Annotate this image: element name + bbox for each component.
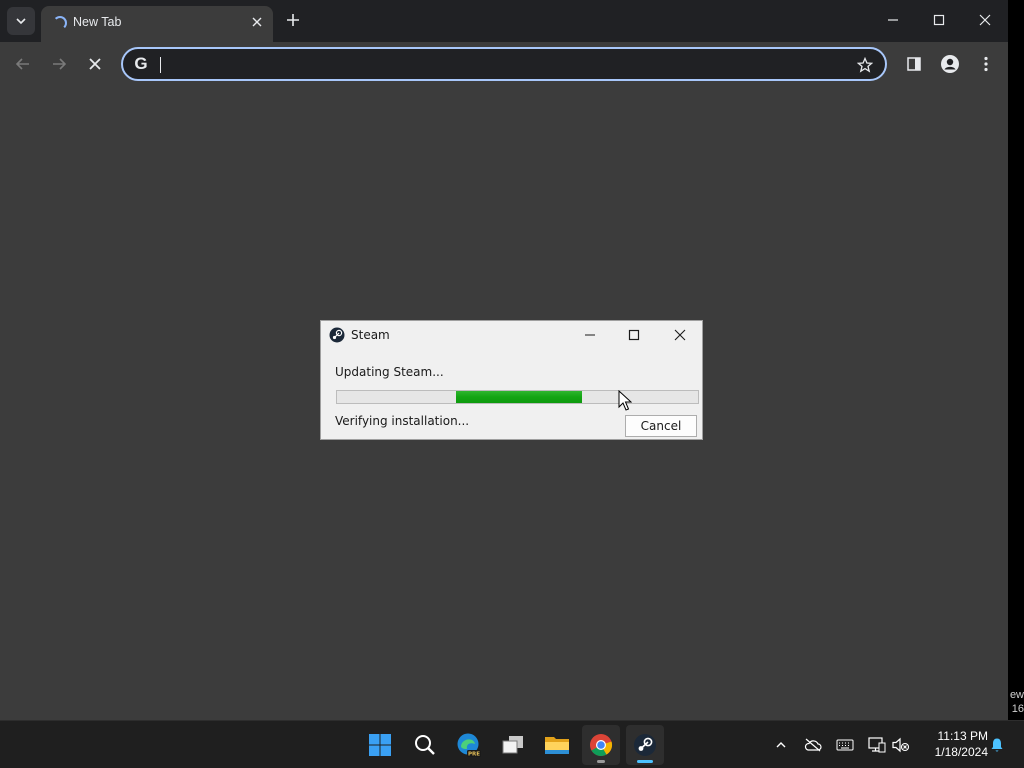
close-icon (252, 17, 262, 27)
tab-search-button[interactable] (7, 7, 35, 35)
edge-badge-text: PRE (468, 752, 480, 758)
update-progress-bar (336, 390, 699, 404)
network-tray-button[interactable] (867, 735, 887, 755)
clock-date: 1/18/2024 (934, 745, 988, 759)
start-button[interactable] (361, 725, 399, 765)
clipped-desktop-label: ew 16 (1008, 688, 1024, 716)
loading-spinner-icon (53, 16, 67, 30)
menu-button[interactable] (974, 52, 998, 76)
stop-loading-button[interactable] (83, 52, 107, 76)
forward-button[interactable] (47, 52, 71, 76)
tab-title: New Tab (73, 15, 122, 29)
dialog-title: Steam (351, 328, 390, 342)
notifications-button[interactable] (987, 735, 1007, 755)
address-bar[interactable]: G (121, 47, 887, 81)
taskbar-task-view[interactable] (494, 725, 532, 765)
dialog-maximize-button[interactable] (614, 323, 654, 347)
network-icon (868, 737, 886, 753)
update-status-text: Updating Steam... (335, 365, 444, 379)
bookmark-button[interactable] (855, 55, 875, 75)
keyboard-icon (836, 739, 854, 751)
taskbar-steam[interactable] (626, 725, 664, 765)
volume-muted-icon (892, 737, 910, 753)
tab-strip: New Tab (0, 0, 1008, 42)
clipped-label-line-1: ew (1009, 689, 1024, 701)
close-icon (674, 329, 686, 341)
close-window-button[interactable] (971, 8, 999, 32)
volume-tray-button[interactable] (891, 735, 911, 755)
tab-new-tab[interactable]: New Tab (41, 6, 273, 42)
chevron-down-icon (16, 18, 26, 25)
maximize-icon (933, 14, 945, 26)
profile-button[interactable] (938, 52, 962, 76)
task-view-icon (502, 736, 523, 754)
taskbar-file-explorer[interactable] (538, 725, 576, 765)
chrome-icon (590, 734, 613, 756)
back-button[interactable] (11, 52, 35, 76)
side-panel-button[interactable] (902, 52, 926, 76)
steam-update-dialog: Steam Updating Steam... Verifying instal… (320, 320, 703, 440)
star-icon (857, 57, 873, 73)
dialog-close-button[interactable] (660, 323, 700, 347)
show-hidden-icons-button[interactable] (771, 735, 791, 755)
arrow-right-icon (53, 58, 67, 70)
chevron-up-icon (776, 742, 786, 748)
minimize-icon (888, 19, 898, 21)
taskbar-chrome[interactable] (582, 725, 620, 765)
text-caret (160, 57, 161, 73)
side-panel-icon (907, 57, 921, 71)
file-explorer-icon (545, 737, 569, 754)
minimize-icon (585, 334, 595, 336)
clipped-label-line-2: 16 (1011, 703, 1024, 715)
dialog-minimize-button[interactable] (570, 323, 610, 347)
active-indicator (637, 760, 653, 763)
arrow-left-icon (15, 58, 29, 70)
maximize-icon (628, 329, 640, 341)
windows-start-icon (369, 734, 391, 756)
new-tab-button[interactable] (282, 9, 304, 31)
taskbar-clock[interactable]: 11:13 PM 1/18/2024 (918, 728, 988, 760)
verify-status-text: Verifying installation... (335, 414, 470, 428)
google-icon: G (134, 54, 148, 73)
mouse-cursor-icon (618, 390, 632, 411)
steam-icon (329, 327, 345, 343)
profile-icon (941, 55, 959, 73)
tab-close-button[interactable] (249, 14, 265, 30)
minimize-button[interactable] (879, 8, 907, 32)
keyboard-tray-button[interactable] (835, 735, 855, 755)
progress-fill (456, 391, 583, 403)
close-icon (979, 14, 991, 26)
more-vertical-icon (984, 56, 988, 72)
taskbar: PRE 11:13 PM 1/18/2024 (0, 720, 1024, 768)
dialog-title-bar[interactable]: Steam (321, 321, 702, 349)
address-input[interactable] (165, 53, 849, 77)
steam-icon (634, 734, 656, 756)
edge-beta-icon: PRE (457, 733, 481, 758)
maximize-button[interactable] (925, 8, 953, 32)
clock-time: 11:13 PM (937, 729, 988, 743)
cancel-button[interactable]: Cancel (625, 415, 697, 437)
plus-icon (287, 14, 299, 26)
bell-icon (991, 738, 1003, 752)
taskbar-search-button[interactable] (406, 725, 444, 765)
onedrive-tray-button[interactable] (803, 735, 823, 755)
running-indicator (597, 760, 605, 763)
taskbar-edge-beta[interactable]: PRE (450, 725, 488, 765)
search-icon (415, 735, 435, 755)
close-icon (89, 58, 101, 70)
toolbar: G (0, 42, 1008, 86)
cloud-off-icon (804, 738, 822, 752)
